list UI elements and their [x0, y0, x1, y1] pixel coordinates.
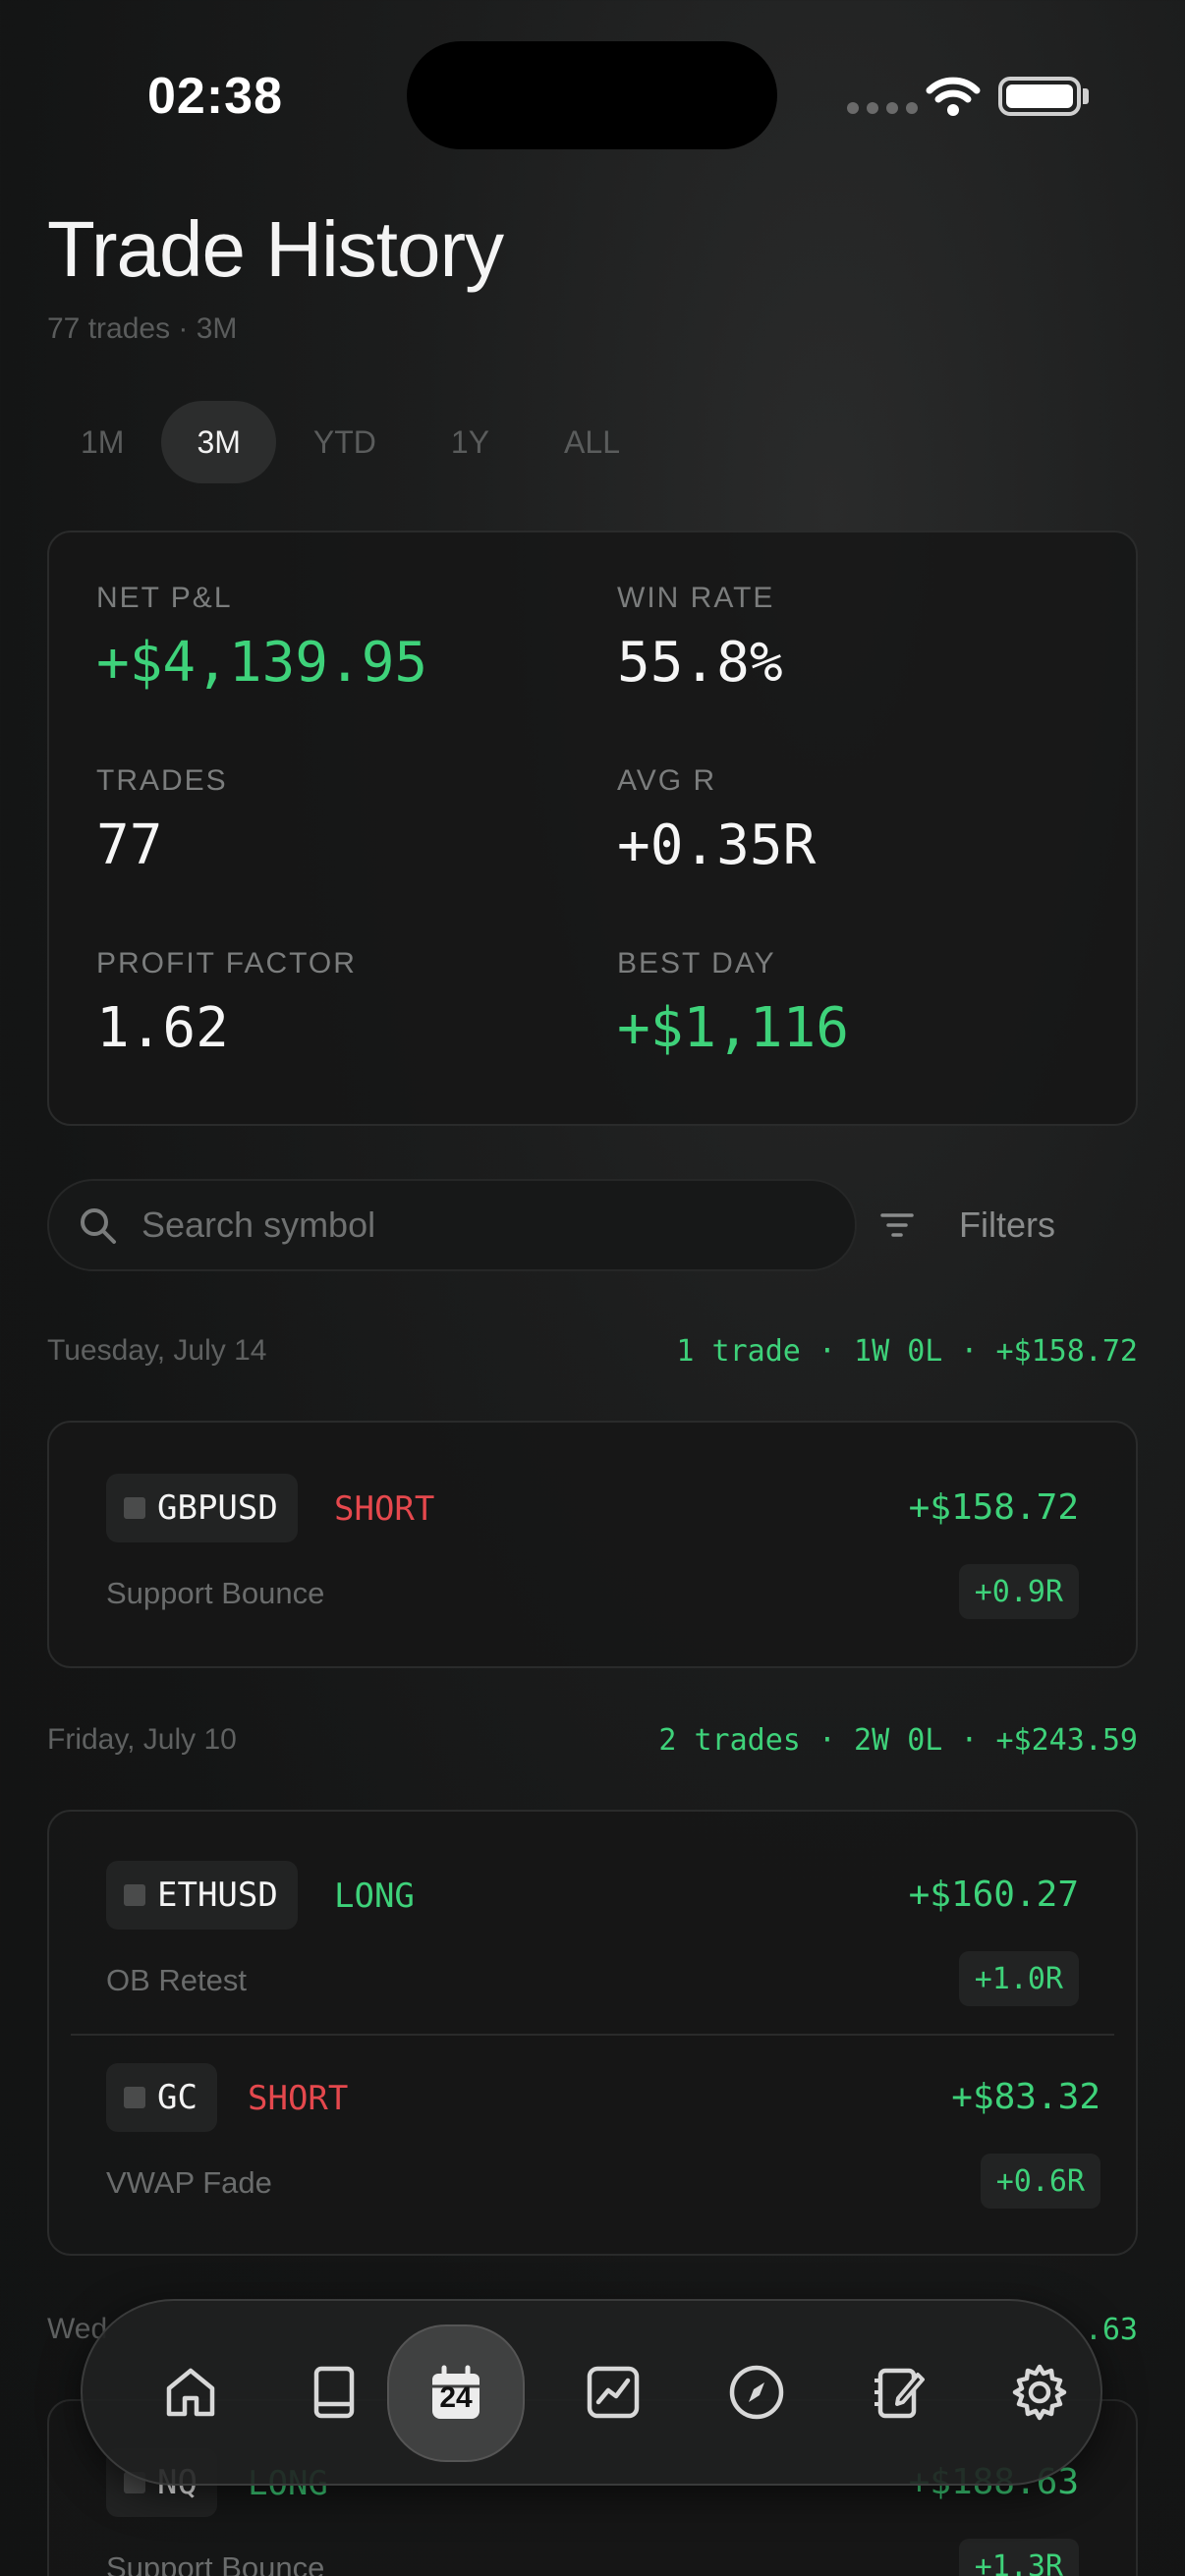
trade-r-badge: +0.9R: [958, 1564, 1079, 1619]
cellular-signal-icon: [847, 102, 918, 114]
filter-icon: [880, 1213, 914, 1237]
trade-pnl: +$83.32: [951, 2077, 1100, 2117]
trade-symbol: GC: [157, 2078, 198, 2117]
symbol-chip: ETHUSD: [106, 1861, 298, 1930]
tab-journal[interactable]: [275, 2333, 393, 2451]
symbol-square-icon: [124, 1884, 145, 1906]
stat-label: AVG R: [617, 764, 717, 797]
stat-profit-factor: PROFIT FACTOR 1.62: [96, 947, 357, 1060]
trade-r-badge: +1.3R: [958, 2539, 1079, 2576]
book-icon: [313, 2366, 355, 2419]
home-icon: [166, 2368, 215, 2417]
symbol-square-icon: [124, 1497, 145, 1519]
tab-3m[interactable]: 3M: [161, 401, 276, 483]
trade-symbol: ETHUSD: [157, 1876, 278, 1915]
status-bar: 02:38: [0, 0, 1185, 187]
chart-icon: [587, 2366, 640, 2419]
trade-row[interactable]: ETHUSD LONG +$160.27 OB Retest +1.0R: [49, 1812, 1136, 2034]
stat-trades: TRADES 77: [96, 764, 228, 877]
stat-label: WIN RATE: [617, 582, 775, 614]
day-card: ETHUSD LONG +$160.27 OB Retest +1.0R GC …: [47, 1810, 1138, 2256]
bottom-tab-bar: 24: [81, 2299, 1102, 2486]
calendar-day-number: 24: [439, 2381, 473, 2414]
trade-side: SHORT: [334, 1489, 435, 1529]
search-icon: [81, 1208, 116, 1244]
trade-pnl: +$160.27: [908, 1875, 1079, 1915]
page-subtitle: 77 trades · 3M: [47, 312, 238, 345]
day-header: Friday, July 10 2 trades · 2W 0L · +$243…: [47, 1723, 1138, 1763]
stat-win-rate: WIN RATE 55.8%: [617, 582, 783, 695]
trade-pnl: +$158.72: [908, 1487, 1079, 1528]
day-date: Tuesday, July 14: [47, 1334, 267, 1367]
tab-1y[interactable]: 1Y: [414, 401, 527, 483]
stat-label: TRADES: [96, 764, 228, 797]
notebook-icon: [875, 2368, 925, 2419]
trade-setup: VWAP Fade: [106, 2165, 272, 2200]
day-card: GBPUSD SHORT +$158.72 Support Bounce +0.…: [47, 1421, 1138, 1668]
trade-r-badge: +0.6R: [980, 2154, 1100, 2209]
tab-calendar[interactable]: 24: [387, 2324, 525, 2462]
trade-setup: OB Retest: [106, 1963, 247, 1997]
range-tabs: 1M 3M YTD 1Y ALL: [43, 401, 657, 483]
tab-explore[interactable]: [698, 2333, 816, 2451]
day-summary: 1 trade · 1W 0L · +$158.72: [676, 1334, 1138, 1369]
filters-label: Filters: [959, 1204, 1055, 1245]
trade-setup: Support Bounce: [106, 2550, 325, 2576]
tab-all[interactable]: ALL: [527, 401, 657, 483]
dynamic-island: [407, 41, 777, 149]
filters-button[interactable]: Filters: [880, 1179, 1055, 1271]
tab-analytics[interactable]: [554, 2333, 672, 2451]
compass-icon: [729, 2365, 784, 2420]
trade-setup: Support Bounce: [106, 1576, 325, 1610]
tab-settings[interactable]: [981, 2333, 1099, 2451]
battery-cap: [1083, 88, 1089, 104]
stat-value: +0.35R: [617, 813, 817, 877]
stat-label: BEST DAY: [617, 947, 776, 980]
day-summary: 2 trades · 2W 0L · +$243.59: [658, 1723, 1138, 1758]
tab-1m[interactable]: 1M: [43, 401, 161, 483]
trade-symbol: GBPUSD: [157, 1488, 278, 1528]
battery-icon: [998, 77, 1081, 116]
tab-home[interactable]: [132, 2333, 250, 2451]
gear-icon: [1012, 2364, 1067, 2421]
stat-value: 55.8%: [617, 631, 783, 695]
page-title: Trade History: [47, 205, 504, 293]
stat-value: 77: [96, 813, 163, 877]
trade-r-badge: +1.0R: [958, 1951, 1079, 2006]
stat-value: 1.62: [96, 996, 229, 1060]
wifi-icon: [926, 77, 981, 116]
trade-row[interactable]: GC SHORT +$83.32 VWAP Fade +0.6R: [71, 2034, 1114, 2254]
symbol-square-icon: [124, 2087, 145, 2108]
stat-net-pnl: NET P&L +$4,139.95: [96, 582, 427, 695]
trade-side: SHORT: [248, 2079, 349, 2118]
trade-row[interactable]: GBPUSD SHORT +$158.72 Support Bounce +0.…: [49, 1423, 1136, 1666]
symbol-chip: GC: [106, 2063, 217, 2132]
stat-label: PROFIT FACTOR: [96, 947, 357, 980]
symbol-chip: GBPUSD: [106, 1474, 298, 1542]
search-input[interactable]: [141, 1181, 829, 1269]
status-time: 02:38: [147, 68, 283, 125]
stats-card: NET P&L +$4,139.95 WIN RATE 55.8% TRADES…: [47, 531, 1138, 1126]
stat-label: NET P&L: [96, 582, 233, 614]
tab-ytd[interactable]: YTD: [276, 401, 414, 483]
stat-avg-r: AVG R +0.35R: [617, 764, 816, 877]
stat-best-day: BEST DAY +$1,116: [617, 947, 849, 1060]
day-date: Friday, July 10: [47, 1723, 237, 1756]
trade-side: LONG: [334, 1876, 415, 1916]
stat-value: +$1,116: [617, 996, 850, 1060]
tab-notes[interactable]: [839, 2333, 957, 2451]
stat-value: +$4,139.95: [96, 631, 428, 695]
day-header: Tuesday, July 14 1 trade · 1W 0L · +$158…: [47, 1334, 1138, 1373]
search-box[interactable]: [47, 1179, 857, 1271]
